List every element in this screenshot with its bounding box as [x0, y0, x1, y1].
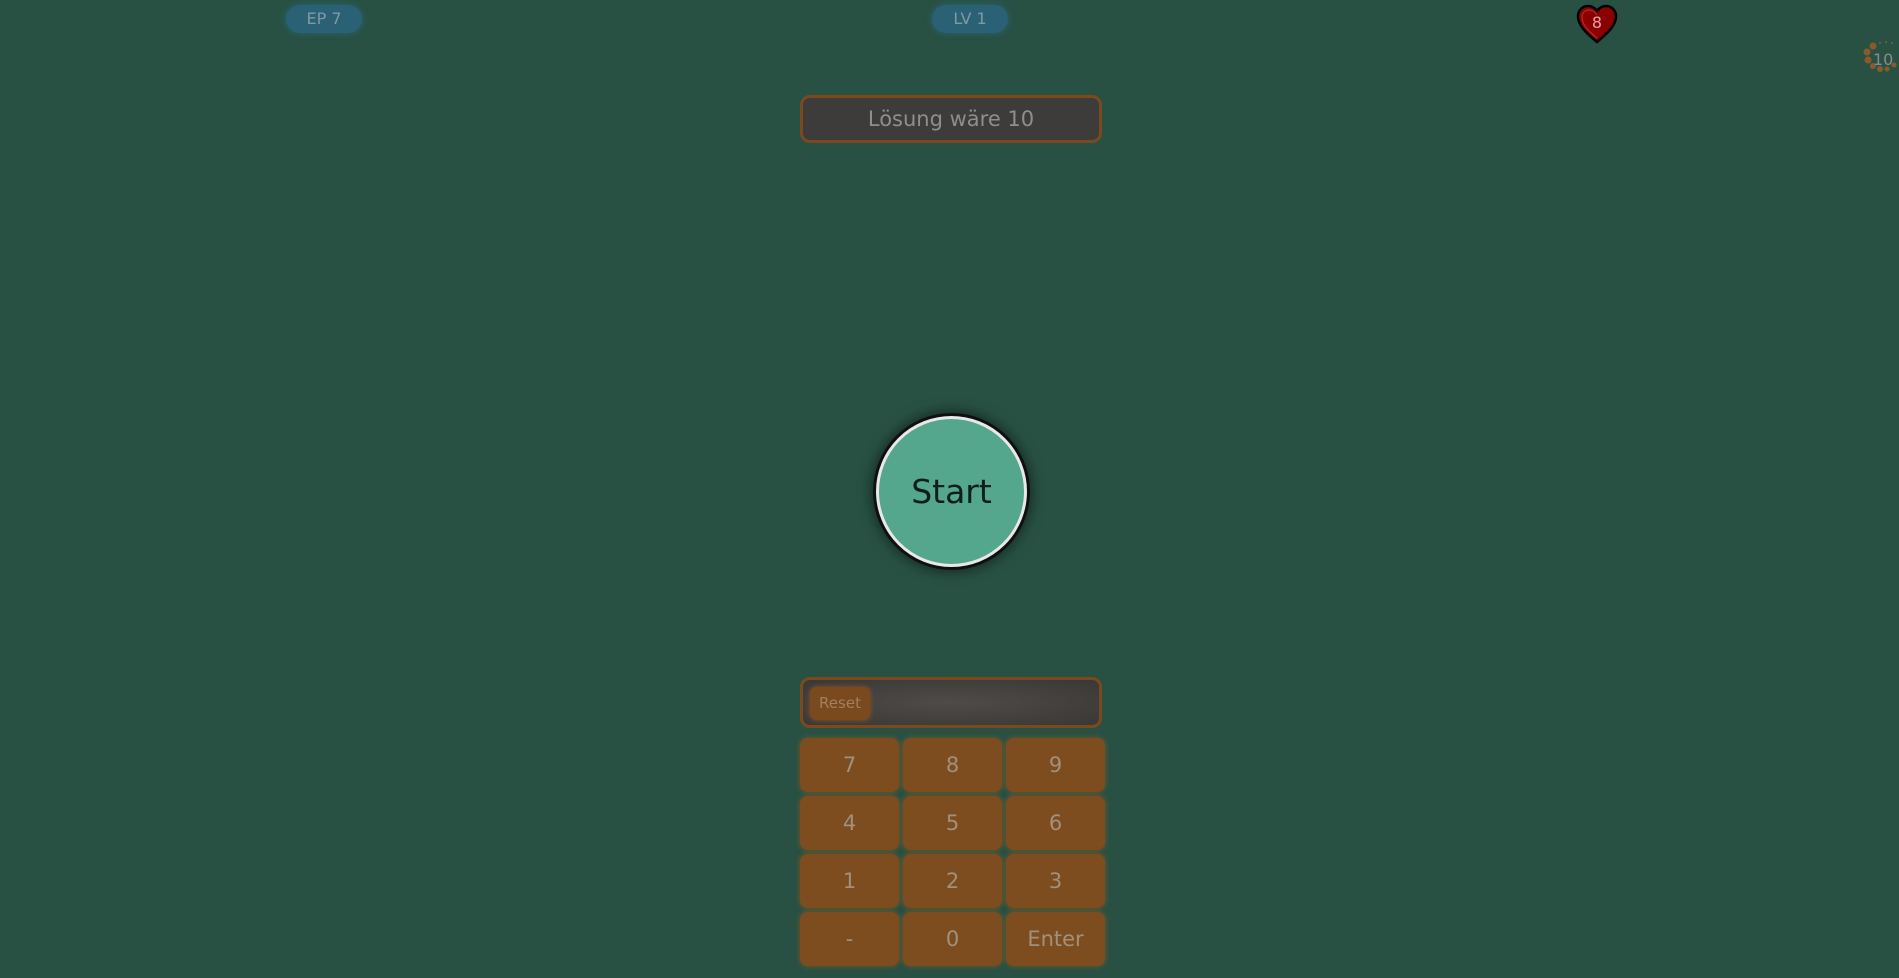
key-9[interactable]: 9 — [1006, 738, 1105, 792]
key-1[interactable]: 1 — [800, 854, 899, 908]
countdown-timer: 10 — [1860, 38, 1899, 88]
timer-count: 10 — [1873, 50, 1894, 69]
key-6[interactable]: 6 — [1006, 796, 1105, 850]
key-8[interactable]: 8 — [903, 738, 1002, 792]
answer-input[interactable]: Reset — [800, 677, 1102, 728]
start-button[interactable]: Start — [876, 416, 1027, 567]
enter-button[interactable]: Enter — [1006, 912, 1105, 966]
key-0[interactable]: 0 — [903, 912, 1002, 966]
key-7[interactable]: 7 — [800, 738, 899, 792]
game-screen: EP 7 LV 1 8 10 Lösung wäre 10 Start Rese… — [0, 0, 1899, 978]
solution-display: Lösung wäre 10 — [800, 95, 1102, 143]
level-badge: LV 1 — [932, 5, 1008, 33]
key-3[interactable]: 3 — [1006, 854, 1105, 908]
key-minus[interactable]: - — [800, 912, 899, 966]
key-5[interactable]: 5 — [903, 796, 1002, 850]
key-2[interactable]: 2 — [903, 854, 1002, 908]
lives-count: 8 — [1591, 13, 1603, 32]
key-4[interactable]: 4 — [800, 796, 899, 850]
lives-indicator: 8 — [1575, 3, 1619, 45]
reset-button[interactable]: Reset — [810, 687, 870, 720]
episode-badge: EP 7 — [286, 5, 362, 33]
number-keypad: 7 8 9 4 5 6 1 2 3 - 0 Enter — [800, 738, 1106, 966]
